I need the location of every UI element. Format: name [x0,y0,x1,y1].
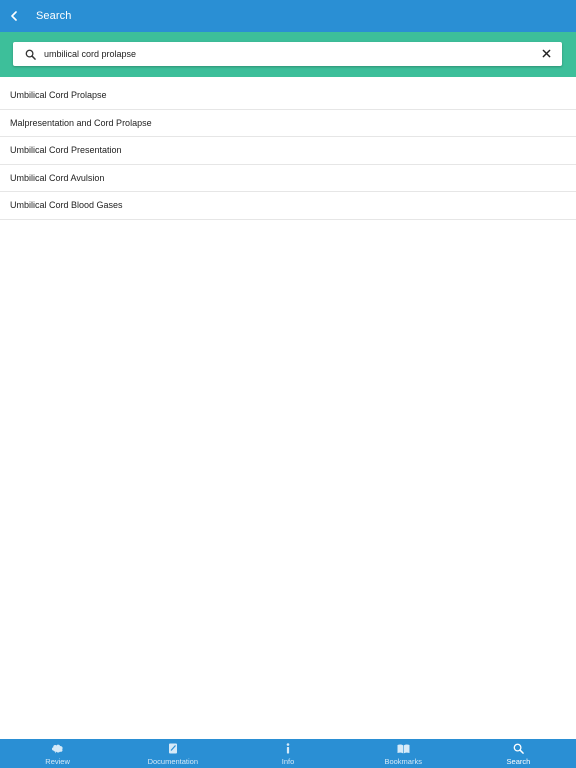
list-item-label: Umbilical Cord Prolapse [10,90,107,101]
tab-search[interactable]: Search [461,739,576,768]
list-item-label: Malpresentation and Cord Prolapse [10,117,152,128]
tab-label: Documentation [147,757,199,766]
brain-icon [51,742,64,755]
tab-label: Info [281,757,295,766]
document-icon [168,742,178,755]
page-title: Search [36,10,72,22]
tab-label: Bookmarks [384,757,422,766]
list-item[interactable]: Umbilical Cord Blood Gases [0,192,576,220]
list-item[interactable]: Malpresentation and Cord Prolapse [0,110,576,137]
search-input[interactable] [44,44,524,64]
search-results-list: Umbilical Cord Prolapse Malpresentation … [0,82,576,220]
search-box[interactable] [13,42,562,66]
list-item[interactable]: Umbilical Cord Avulsion [0,165,576,192]
app: Search Umbilical C [0,0,576,768]
back-button[interactable] [0,0,28,32]
tab-info[interactable]: Info [230,739,345,768]
list-item-label: Umbilical Cord Presentation [10,145,122,156]
clear-search-button[interactable] [538,46,554,62]
book-icon [397,742,410,755]
search-band [0,32,576,77]
list-item[interactable]: Umbilical Cord Prolapse [0,82,576,110]
header-bar: Search [0,0,576,32]
tab-review[interactable]: Review [0,739,115,768]
search-icon [513,742,524,755]
tab-bar: Review Documentation Info Bookmarks Sear… [0,739,576,768]
tab-label: Search [506,757,531,766]
search-icon [22,46,38,62]
tab-documentation[interactable]: Documentation [115,739,230,768]
list-item-label: Umbilical Cord Avulsion [10,172,105,183]
info-icon [285,742,291,755]
tab-label: Review [45,757,70,766]
chevron-left-icon [10,11,18,21]
close-icon [542,45,551,63]
list-item-label: Umbilical Cord Blood Gases [10,200,123,211]
tab-bookmarks[interactable]: Bookmarks [346,739,461,768]
list-item[interactable]: Umbilical Cord Presentation [0,137,576,165]
